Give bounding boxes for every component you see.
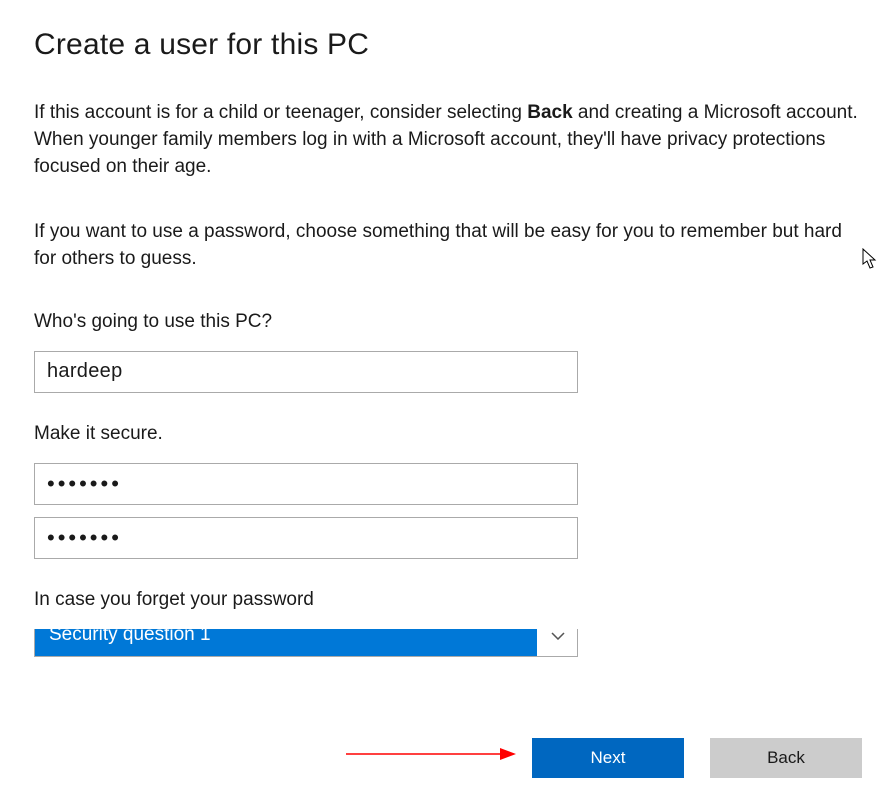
next-button[interactable]: Next <box>532 738 684 778</box>
chevron-down-icon <box>551 629 565 643</box>
username-label: Who's going to use this PC? <box>34 311 862 333</box>
para1-prefix: If this account is for a child or teenag… <box>34 102 527 123</box>
back-button[interactable]: Back <box>710 738 862 778</box>
password-input[interactable] <box>34 463 578 505</box>
info-paragraph-1: If this account is for a child or teenag… <box>34 100 862 181</box>
confirm-password-input[interactable] <box>34 517 578 559</box>
security-question-value: Security question 1 <box>49 629 211 646</box>
security-question-select[interactable]: Security question 1 <box>34 629 578 673</box>
para1-bold: Back <box>527 102 572 123</box>
password-label: Make it secure. <box>34 423 862 445</box>
info-paragraph-2: If you want to use a password, choose so… <box>34 219 862 273</box>
username-input[interactable] <box>34 351 578 393</box>
bottom-button-bar: Next Back <box>0 738 896 778</box>
security-label: In case you forget your password <box>34 589 862 611</box>
page-title: Create a user for this PC <box>34 28 862 62</box>
